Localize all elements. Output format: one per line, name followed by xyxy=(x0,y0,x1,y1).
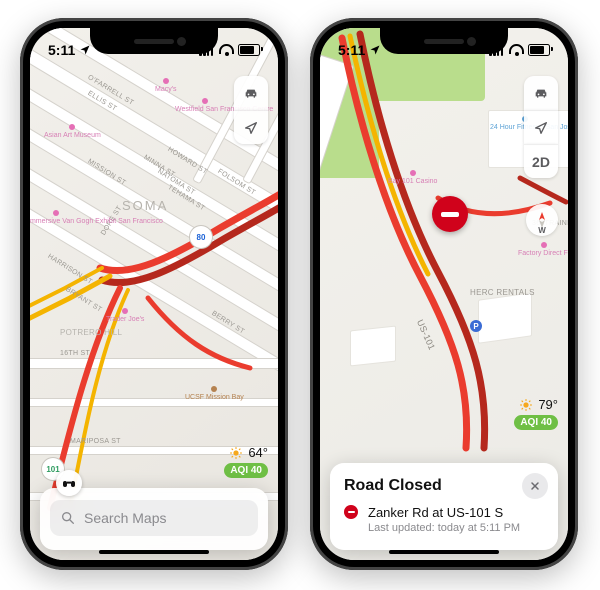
battery-icon xyxy=(238,44,260,56)
search-icon xyxy=(60,510,76,526)
screen-right: 5:11 xyxy=(320,28,568,560)
search-card xyxy=(40,488,268,550)
car-icon xyxy=(243,85,259,101)
temp-label: 64° xyxy=(248,445,268,460)
sun-icon xyxy=(229,446,243,460)
view-2d-label: 2D xyxy=(532,154,550,170)
status-time: 5:11 xyxy=(338,42,365,58)
sun-icon xyxy=(519,398,533,412)
incident-title: Road Closed xyxy=(344,477,544,495)
map-mode-button[interactable] xyxy=(524,76,558,110)
map-mode-button[interactable] xyxy=(234,76,268,110)
look-around-button[interactable] xyxy=(56,470,82,496)
incident-card: Road Closed Zanker Rd at US-101 S Last u… xyxy=(330,463,558,550)
binoculars-icon xyxy=(61,475,77,491)
locate-me-button[interactable] xyxy=(234,110,268,144)
location-arrow-icon xyxy=(533,120,549,136)
incident-marker[interactable] xyxy=(432,196,468,232)
weather-badge[interactable]: 64° xyxy=(229,445,268,460)
wifi-icon xyxy=(219,45,234,56)
aqi-badge[interactable]: AQI 40 xyxy=(224,463,268,478)
notch xyxy=(90,28,218,54)
compass-button[interactable]: W xyxy=(526,204,558,236)
status-time: 5:11 xyxy=(48,42,75,58)
map-controls xyxy=(234,76,268,144)
temp-label: 79° xyxy=(538,397,558,412)
aqi-badge[interactable]: AQI 40 xyxy=(514,415,558,430)
close-button[interactable] xyxy=(522,473,548,499)
wifi-icon xyxy=(509,45,524,56)
compass-label: W xyxy=(538,226,546,235)
car-icon xyxy=(533,85,549,101)
incident-location: Zanker Rd at US-101 S xyxy=(368,505,544,520)
locate-me-button[interactable] xyxy=(524,110,558,144)
incident-row[interactable]: Zanker Rd at US-101 S Last updated: toda… xyxy=(344,505,544,534)
home-indicator[interactable] xyxy=(99,550,209,554)
notch xyxy=(380,28,508,54)
location-services-icon xyxy=(79,44,91,56)
incident-updated: Last updated: today at 5:11 PM xyxy=(368,522,544,534)
close-icon xyxy=(529,480,541,492)
device-left: 5:11 xyxy=(20,18,288,570)
view-2d-button[interactable]: 2D xyxy=(524,144,558,178)
battery-icon xyxy=(528,44,550,56)
home-indicator[interactable] xyxy=(389,550,499,554)
screen-left: 5:11 xyxy=(30,28,278,560)
location-services-icon xyxy=(369,44,381,56)
search-bar[interactable] xyxy=(50,500,258,536)
device-right: 5:11 xyxy=(310,18,578,570)
map-controls: 2D xyxy=(524,76,558,178)
shield-i80: 80 xyxy=(190,226,212,248)
no-entry-icon xyxy=(344,505,358,519)
parking-icon: P xyxy=(470,320,482,332)
weather-badge[interactable]: 79° xyxy=(519,397,558,412)
search-input[interactable] xyxy=(82,509,267,527)
location-arrow-icon xyxy=(243,120,259,136)
